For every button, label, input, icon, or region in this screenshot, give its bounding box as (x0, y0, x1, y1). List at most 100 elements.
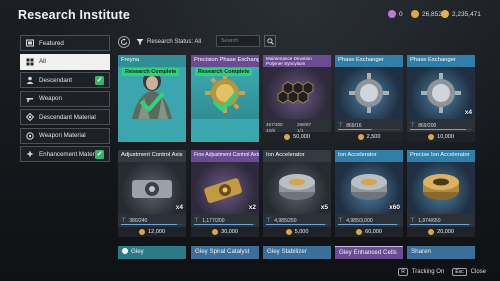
checkmark-icon: ✓ (95, 76, 104, 85)
purple-token-icon (388, 10, 396, 18)
research-card-precise-ion-accelerator[interactable]: Precise Ion Accelerator ⊤ 1,974/650 20,0… (407, 150, 475, 237)
research-card-precision-phase-exchanger[interactable]: Precision Phase Exchanger Research Compl… (191, 55, 259, 142)
search-button[interactable] (264, 35, 276, 47)
top-bar: Research Institute 0 26,852 2,235,471 (0, 0, 500, 30)
research-card-polymer-syncytium[interactable]: Maintenance Devotion Polymer Syncytium 4… (263, 55, 331, 142)
currency-value: 26,852 (422, 10, 442, 18)
research-card-adjustment-control-axis[interactable]: Adjustment Control Axis x4 ⊤ 380/240 12,… (118, 150, 186, 237)
search-input[interactable]: Search (216, 35, 260, 47)
card-footer: ⊤ 380/240 12,000 (118, 214, 186, 237)
category-sidebar: Featured All Descendant ✓ Weapon Descend… (20, 35, 110, 165)
stat-value: 298/87 (297, 122, 312, 127)
gold-coin-icon (212, 229, 219, 235)
research-card-phase-exchanger[interactable]: Phase Exchanger ⊤ 869/16 2,500 (335, 55, 403, 142)
sidebar-item-label: Weapon (39, 95, 62, 102)
gley-icon (122, 248, 128, 255)
refresh-icon (121, 37, 127, 45)
gold-coin-icon (357, 134, 364, 140)
kuiper-coin-icon (441, 10, 449, 18)
research-complete-tag: Research Complete (122, 68, 180, 76)
complete-check-icon (212, 91, 238, 116)
stat-value: 457/300 (266, 122, 283, 127)
sidebar-item-all[interactable]: All (20, 53, 110, 70)
progress-value: 1,974/650 (418, 217, 441, 224)
honeycomb-polymer (263, 67, 331, 119)
card-title: Gley Enhanced Cells (339, 249, 397, 256)
card-cost: 12,000 (118, 227, 186, 237)
filter-icon (136, 38, 144, 45)
sidebar-item-weapon[interactable]: Weapon (20, 90, 110, 107)
gold-coin-icon (139, 229, 146, 235)
page-title: Research Institute (18, 8, 130, 22)
card-cost: 2,500 (335, 132, 403, 142)
weapon-material-icon (26, 131, 34, 140)
card-cost: 5,000 (263, 227, 331, 237)
sidebar-item-descendant[interactable]: Descendant ✓ (20, 72, 110, 88)
research-progress: ⊤ 4,985/250 (266, 217, 328, 225)
sidebar-item-enhancement-material[interactable]: Enhancement Materi... ✓ (20, 146, 110, 162)
research-card-ion-accelerator[interactable]: Ion Accelerator x5 ⊤ 4,985/250 5,000 (263, 150, 331, 237)
card-title: Freyna (118, 55, 186, 67)
progress-value: 1,177/200 (202, 217, 225, 224)
quantity-badge: x4 (175, 204, 183, 211)
quantity-badge: x60 (389, 204, 400, 211)
research-card-gley[interactable]: Gley (118, 246, 186, 259)
card-footer: ⊤ 869/16 2,500 (335, 119, 403, 142)
material-icon (26, 113, 34, 121)
research-card-gley-stabilizer[interactable]: Gley Stabilizer (263, 246, 331, 259)
grid-icon (26, 58, 34, 66)
progress-icon: ⊤ (266, 218, 272, 224)
sidebar-item-label: Descendant (39, 76, 73, 84)
card-title: Maintenance Devotion Polymer Syncytium (263, 55, 331, 67)
card-title: Gley Spiral Catalyst (195, 248, 250, 255)
currency-value: 2,235,471 (452, 10, 481, 18)
bottom-action-bar: R Tracking On Esc Close (398, 268, 486, 276)
descendant-icon (26, 76, 34, 84)
card-cost: 50,000 (263, 132, 331, 142)
sidebar-item-featured[interactable]: Featured (20, 35, 110, 51)
sidebar-item-weapon-material[interactable]: Weapon Material (20, 127, 110, 144)
research-card-gley-enhanced-cells[interactable]: Gley Enhanced Cells (335, 246, 403, 259)
enhancement-icon (26, 150, 34, 158)
card-footer: ⊤ 869/200 10,000 (407, 119, 475, 142)
card-footer: ⊤ 4,985/3,000 60,000 (335, 214, 403, 237)
progress-icon: ⊤ (410, 123, 416, 129)
quantity-badge: x5 (320, 204, 328, 211)
weapon-icon (26, 95, 34, 103)
sidebar-item-descendant-material[interactable]: Descendant Material (20, 109, 110, 125)
research-card-phase-exchanger-x4[interactable]: Phase Exchanger x4 ⊤ 869/200 10,000 (407, 55, 475, 142)
research-status-filter[interactable]: Research Status: All (136, 38, 201, 46)
research-card-fine-adjustment-control-axis[interactable]: Fine Adjustment Control Axis x2 ⊤ 1,177/… (191, 150, 259, 237)
research-card-freyna[interactable]: Freyna Research Complete (118, 55, 186, 142)
progress-icon: ⊤ (194, 218, 200, 224)
cost-value: 20,000 (437, 229, 454, 235)
research-card-ion-accelerator-x60[interactable]: Ion Accelerator x60 ⊤ 4,985/3,000 60,000 (335, 150, 403, 237)
gold-coin-icon (284, 134, 291, 140)
cost-value: 10,000 (437, 134, 454, 140)
complete-check-icon (139, 91, 165, 116)
card-cost: 60,000 (335, 227, 403, 237)
card-title: Ion Accelerator (335, 150, 403, 162)
research-card-sharen[interactable]: Sharen (407, 246, 475, 259)
sidebar-item-label: Weapon Material (39, 132, 86, 139)
close-button[interactable]: Close (471, 269, 486, 275)
card-title: Precision Phase Exchanger (191, 55, 259, 67)
progress-value: 869/16 (346, 122, 362, 129)
gold-coin-icon (411, 10, 419, 18)
tracking-toggle[interactable]: Tracking On (412, 269, 444, 275)
cost-value: 60,000 (365, 229, 382, 235)
card-cost: 20,000 (407, 227, 475, 237)
research-card-gley-spiral-catalyst[interactable]: Gley Spiral Catalyst (191, 246, 259, 259)
card-title: Sharen (411, 248, 431, 255)
card-title: Fine Adjustment Control Axis (191, 150, 259, 162)
gold-coin-icon (428, 134, 435, 140)
refresh-button[interactable] (118, 35, 130, 48)
filter-row: Research Status: All Search (118, 35, 276, 48)
card-title: Phase Exchanger (335, 55, 403, 67)
card-title: Adjustment Control Axis (118, 150, 186, 162)
tracking-key-hint: R (398, 268, 408, 276)
close-key-hint: Esc (452, 268, 467, 276)
sidebar-item-label: All (39, 58, 46, 65)
card-footer: ⊤ 4,985/250 5,000 (263, 214, 331, 237)
sidebar-item-label: Enhancement Materi... (39, 150, 102, 158)
